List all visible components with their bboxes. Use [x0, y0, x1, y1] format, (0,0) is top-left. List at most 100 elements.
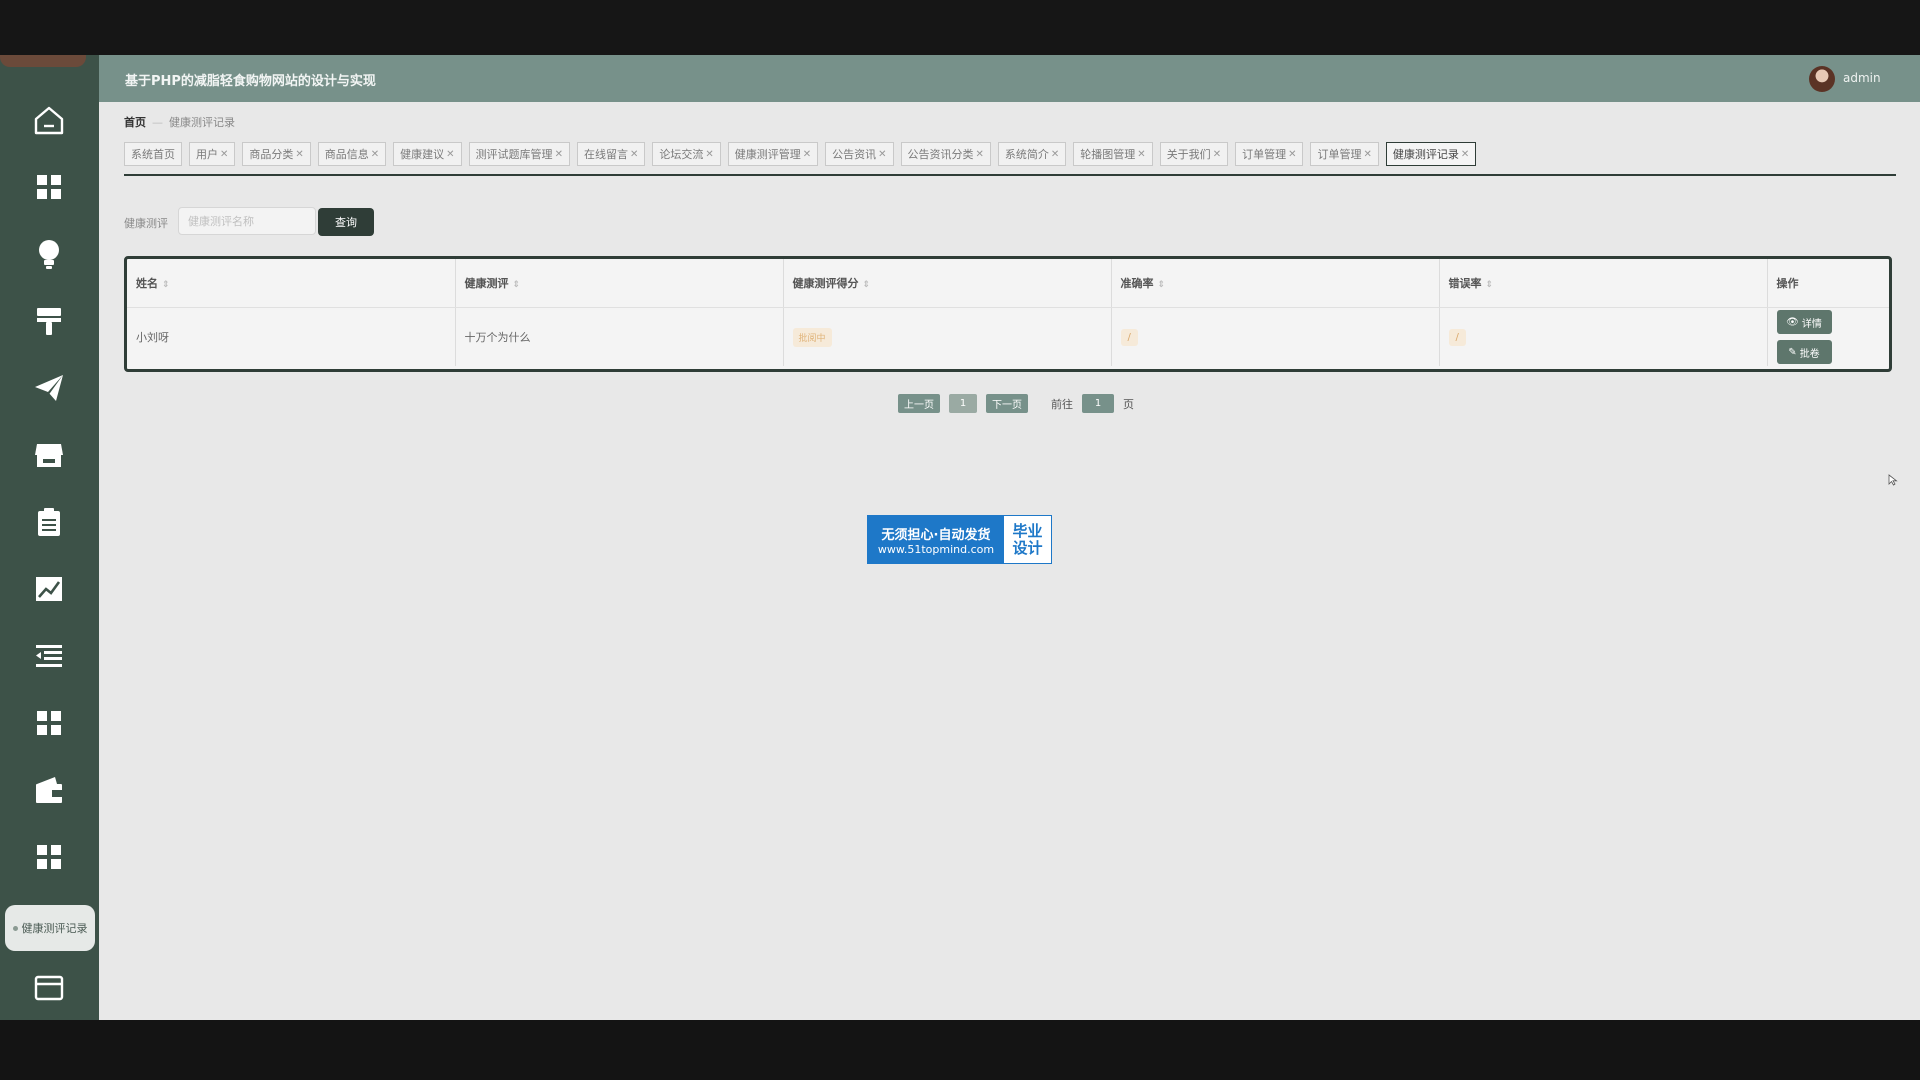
sort-icon[interactable]: ⇕ — [513, 280, 521, 290]
username[interactable]: admin — [1843, 71, 1881, 85]
grid-icon[interactable] — [26, 700, 72, 746]
tab-label: 商品信息 — [324, 148, 369, 161]
column-header-label: 准确率 — [1120, 277, 1154, 290]
grid-icon[interactable] — [26, 834, 72, 880]
chart-line-icon[interactable] — [26, 566, 72, 612]
tab-item[interactable]: 健康测评记录 ✕ — [1385, 142, 1477, 166]
watermark-right1: 毕业 — [1012, 521, 1043, 540]
close-icon[interactable]: ✕ — [1363, 149, 1371, 160]
column-header-actions: 操作 — [1767, 259, 1889, 308]
tab-item[interactable]: 论坛交流 ✕ — [652, 142, 721, 166]
card-icon[interactable] — [26, 965, 72, 1011]
prev-page-button[interactable]: 上一页 — [898, 394, 940, 413]
bulb-icon[interactable] — [26, 231, 72, 277]
sidebar-active-label: 健康测评记录 — [21, 922, 88, 935]
next-page-button[interactable]: 下一页 — [986, 394, 1028, 413]
mouse-cursor-icon — [1888, 474, 1898, 486]
sidebar-item-active[interactable]: 健康测评记录 — [5, 905, 95, 951]
column-header-error-rate[interactable]: 错误率 ⇕ — [1439, 259, 1768, 308]
tab-item[interactable]: 订单管理 ✕ — [1235, 142, 1304, 166]
tab-label: 测评试题库管理 — [475, 148, 553, 161]
tab-label: 健康测评记录 — [1392, 148, 1459, 161]
tab-item[interactable]: 测评试题库管理 ✕ — [468, 142, 570, 166]
store-icon[interactable] — [26, 432, 72, 478]
close-icon[interactable]: ✕ — [1213, 149, 1221, 160]
page-number[interactable]: 1 — [949, 394, 977, 413]
close-icon[interactable]: ✕ — [1461, 149, 1469, 160]
column-header-exam[interactable]: 健康测评 ⇕ — [455, 259, 784, 308]
avatar[interactable] — [1809, 66, 1835, 92]
sidebar: 健康测评记录 — [0, 55, 99, 1020]
tab-item[interactable]: 公告资讯分类 ✕ — [900, 142, 991, 166]
grid-icon[interactable] — [26, 164, 72, 210]
cell-score: 批阅中 — [783, 307, 1112, 366]
goto-page-input[interactable]: 1 — [1082, 394, 1114, 413]
watermark-line2: www.51topmind.com — [877, 542, 995, 556]
cell-error-rate: / — [1439, 307, 1768, 366]
grade-button[interactable]: ✎ 批卷 — [1776, 340, 1832, 364]
pagination: 上一页 1 下一页 前往 1 页 — [898, 394, 1134, 413]
close-icon[interactable]: ✕ — [705, 149, 713, 160]
grade-button-label: 批卷 — [1799, 348, 1820, 360]
watermark-line1: 无须担心·自动发货 — [881, 527, 991, 543]
accuracy-badge: / — [1120, 328, 1138, 346]
breadcrumb-home[interactable]: 首页 — [124, 116, 146, 129]
tab-label: 订单管理 — [1317, 148, 1362, 161]
tab-item[interactable]: 轮播图管理 ✕ — [1073, 142, 1153, 166]
search-input[interactable] — [178, 207, 316, 235]
close-icon[interactable]: ✕ — [803, 149, 811, 160]
sort-icon[interactable]: ⇕ — [863, 280, 871, 290]
screen-bottom-border — [0, 1020, 1920, 1080]
close-icon[interactable]: ✕ — [630, 149, 638, 160]
close-icon[interactable]: ✕ — [976, 149, 984, 160]
close-icon[interactable]: ✕ — [1288, 149, 1296, 160]
close-icon[interactable]: ✕ — [295, 149, 303, 160]
tab-item[interactable]: 系统首页 — [124, 142, 182, 166]
close-icon[interactable]: ✕ — [220, 149, 228, 160]
close-icon[interactable]: ✕ — [1137, 149, 1145, 160]
cell-actions: 👁 详情 ✎ 批卷 — [1767, 308, 1889, 367]
close-icon[interactable]: ✕ — [371, 149, 379, 160]
table-header-row: 姓名 ⇕ 健康测评 ⇕ 健康测评得分 ⇕ 准确率 ⇕ 错误率 ⇕ 操作 — [127, 259, 1889, 308]
tab-item[interactable]: 公告资讯 ✕ — [825, 142, 894, 166]
column-header-accuracy[interactable]: 准确率 ⇕ — [1111, 259, 1440, 308]
tab-item[interactable]: 在线留言 ✕ — [576, 142, 646, 166]
tab-label: 在线留言 — [583, 148, 628, 161]
home-icon[interactable] — [26, 97, 72, 143]
tab-bar: 系统首页 用户 ✕ 商品分类 ✕ 商品信息 ✕ 健康建议 ✕ 测评试题库管理 ✕ 在线留言 ✕ 论坛交流 ✕… — [124, 142, 1896, 176]
breadcrumb: 首页 — 健康测评记录 — [124, 114, 235, 130]
sort-icon[interactable]: ⇕ — [1158, 280, 1166, 290]
tab-item[interactable]: 系统简介 ✕ — [997, 142, 1067, 166]
paper-plane-icon[interactable] — [26, 365, 72, 411]
close-icon[interactable]: ✕ — [446, 149, 454, 160]
column-header-score[interactable]: 健康测评得分 ⇕ — [783, 259, 1112, 308]
close-icon[interactable]: ✕ — [555, 149, 563, 160]
brush-icon[interactable] — [26, 298, 72, 344]
column-header-name[interactable]: 姓名 ⇕ — [127, 259, 456, 308]
detail-button[interactable]: 👁 详情 — [1776, 310, 1832, 334]
column-header-label: 健康测评 — [464, 277, 509, 290]
tab-label: 系统简介 — [1004, 148, 1049, 161]
watermark-right: 毕业 设计 — [1004, 516, 1051, 563]
cell-name: 小刘呀 — [127, 307, 456, 366]
menu-collapse-icon[interactable] — [26, 633, 72, 679]
tab-item[interactable]: 商品信息 ✕ — [317, 142, 387, 166]
tab-label: 健康测评管理 — [734, 148, 801, 161]
watermark-right2: 设计 — [1012, 538, 1043, 557]
tab-item[interactable]: 订单管理 ✕ — [1310, 142, 1379, 166]
wallet-icon[interactable] — [26, 767, 72, 813]
dot-icon — [12, 925, 18, 931]
tab-item[interactable]: 关于我们 ✕ — [1159, 142, 1229, 166]
sort-icon[interactable]: ⇕ — [162, 280, 170, 290]
cell-accuracy: / — [1111, 307, 1440, 366]
clipboard-icon[interactable] — [26, 499, 72, 545]
tab-item[interactable]: 用户 ✕ — [189, 142, 236, 166]
tab-item[interactable]: 健康测评管理 ✕ — [727, 142, 819, 166]
close-icon[interactable]: ✕ — [878, 149, 886, 160]
error-rate-badge: / — [1448, 328, 1466, 346]
sort-icon[interactable]: ⇕ — [1486, 280, 1494, 290]
tab-item[interactable]: 健康建议 ✕ — [393, 142, 462, 166]
close-icon[interactable]: ✕ — [1051, 149, 1059, 160]
tab-item[interactable]: 商品分类 ✕ — [242, 142, 311, 166]
search-button[interactable]: 查询 — [318, 208, 374, 236]
